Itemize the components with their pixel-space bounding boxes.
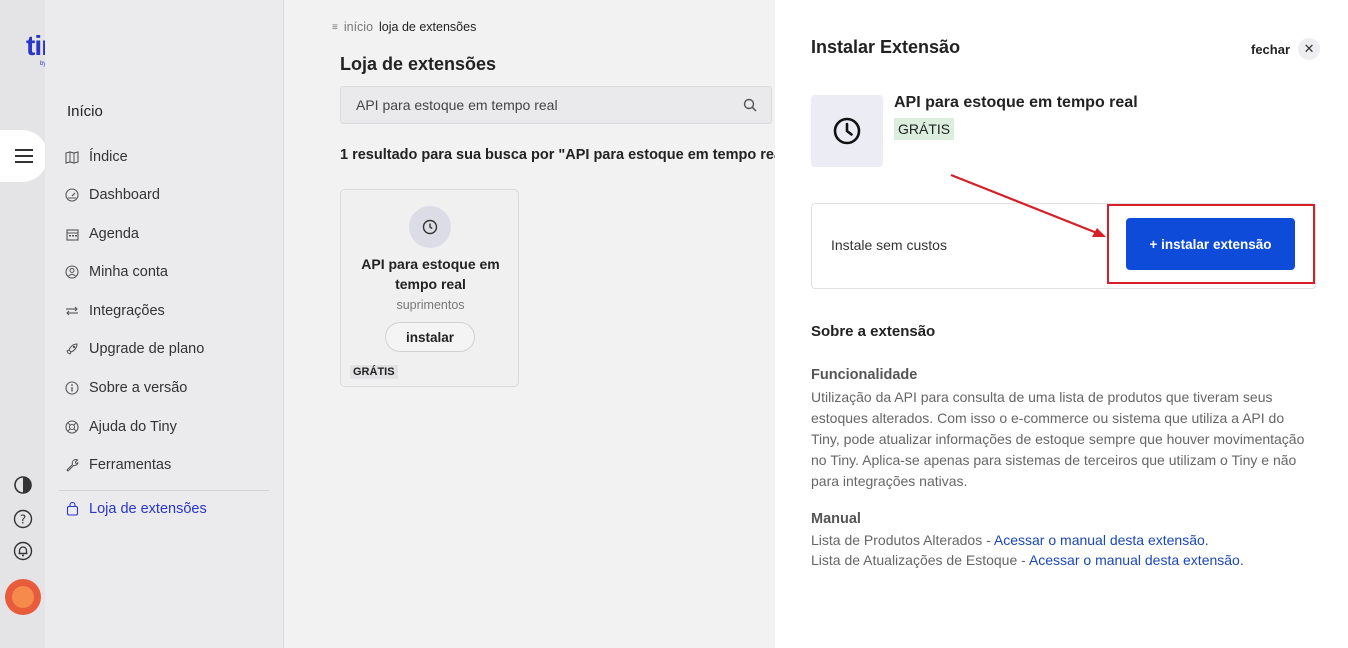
page-title: Loja de extensões [340, 54, 497, 74]
sidebar-item-ajuda[interactable]: Ajuda do Tiny [65, 419, 177, 435]
hamburger-icon [15, 149, 33, 163]
map-icon [65, 150, 79, 164]
search-value: API para estoque em tempo real [356, 97, 558, 113]
gauge-icon [65, 188, 79, 202]
menu-toggle-button[interactable] [0, 130, 48, 182]
avatar-inner [12, 586, 34, 608]
sidebar-item-label: Ferramentas [89, 457, 172, 473]
wrench-icon [65, 458, 79, 472]
sidebar-item-loja-extensoes[interactable]: Loja de extensões [65, 501, 207, 517]
red-arrow-annotation [950, 173, 1106, 237]
clock-icon [409, 206, 451, 248]
breadcrumb-current: loja de extensões [379, 20, 477, 34]
rocket-icon [65, 342, 79, 356]
manual-title: Manual [811, 511, 861, 527]
sidebar-item-indice[interactable]: Índice [65, 149, 128, 165]
sidebar-item-label: Dashboard [89, 187, 160, 203]
manual-link[interactable]: Acessar o manual desta extensão. [1029, 552, 1244, 568]
manual-line-prefix: Lista de Atualizações de Estoque - [811, 552, 1029, 568]
card-install-button[interactable]: instalar [385, 322, 475, 352]
help-button[interactable]: ? [12, 508, 34, 530]
about-title: Sobre a extensão [811, 323, 936, 340]
contrast-icon [14, 476, 32, 494]
arrows-icon [65, 304, 79, 318]
manual-line: Lista de Produtos Alterados - Acessar o … [811, 532, 1209, 548]
breadcrumb: ≡ início loja de extensões [332, 20, 476, 36]
extension-card[interactable]: API para estoque em tempo real supriment… [340, 189, 519, 387]
sidebar-item-ferramentas[interactable]: Ferramentas [65, 457, 171, 473]
sidebar-item-label: Índice [89, 149, 128, 165]
calendar-icon [65, 227, 79, 241]
breadcrumb-menu-icon: ≡ [332, 22, 338, 33]
left-rail: tiny by olist ? [0, 0, 73, 648]
sidebar-item-label: Ajuda do Tiny [89, 419, 177, 435]
extension-card-category: suprimentos [396, 298, 465, 312]
search-result-count: 1 resultado para sua busca por "API para… [340, 147, 775, 163]
sidebar-item-dashboard[interactable]: Dashboard [65, 187, 160, 203]
free-badge: GRÁTIS [350, 365, 398, 379]
contrast-toggle-button[interactable] [12, 474, 34, 496]
extension-card-name: API para estoque em tempo real [361, 256, 500, 292]
search-input[interactable]: API para estoque em tempo real [340, 86, 772, 124]
sidebar-item-label: Sobre a versão [89, 380, 188, 396]
sidebar-item-label: Integrações [89, 303, 165, 319]
manual-line: Lista de Atualizações de Estoque - Acess… [811, 552, 1244, 568]
search-icon[interactable] [743, 98, 757, 112]
sidebar: Início Índice Dashboard Agenda Minha con… [45, 0, 284, 648]
sidebar-item-upgrade[interactable]: Upgrade de plano [65, 341, 204, 357]
sidebar-item-agenda[interactable]: Agenda [65, 226, 139, 242]
sidebar-item-label: Agenda [89, 226, 139, 242]
notifications-button[interactable] [12, 540, 34, 562]
lifebuoy-icon [65, 420, 79, 434]
sidebar-item-label: Minha conta [89, 264, 168, 280]
question-icon: ? [13, 509, 33, 529]
install-extension-panel: Instalar Extensão fechar ✕ API para esto… [775, 0, 1348, 648]
sidebar-item-sobre-versao[interactable]: Sobre a versão [65, 380, 187, 396]
user-avatar[interactable] [5, 579, 41, 615]
svg-text:?: ? [20, 513, 26, 527]
user-circle-icon [65, 265, 79, 279]
main-content: ≡ início loja de extensões Loja de exten… [285, 0, 775, 648]
functionality-title: Funcionalidade [811, 367, 918, 383]
sidebar-item-label: Loja de extensões [89, 501, 207, 517]
sidebar-title: Início [67, 103, 103, 120]
bell-icon [13, 541, 33, 561]
bag-icon [65, 502, 79, 516]
sidebar-divider [59, 490, 269, 491]
sidebar-item-label: Upgrade de plano [89, 341, 205, 357]
info-icon [65, 381, 79, 395]
manual-link[interactable]: Acessar o manual desta extensão. [994, 532, 1209, 548]
manual-line-prefix: Lista de Produtos Alterados - [811, 532, 994, 548]
sidebar-item-minha-conta[interactable]: Minha conta [65, 264, 168, 280]
breadcrumb-root[interactable]: início [344, 20, 373, 36]
functionality-text: Utilização da API para consulta de uma l… [811, 389, 1305, 489]
sidebar-item-integracoes[interactable]: Integrações [65, 303, 165, 319]
